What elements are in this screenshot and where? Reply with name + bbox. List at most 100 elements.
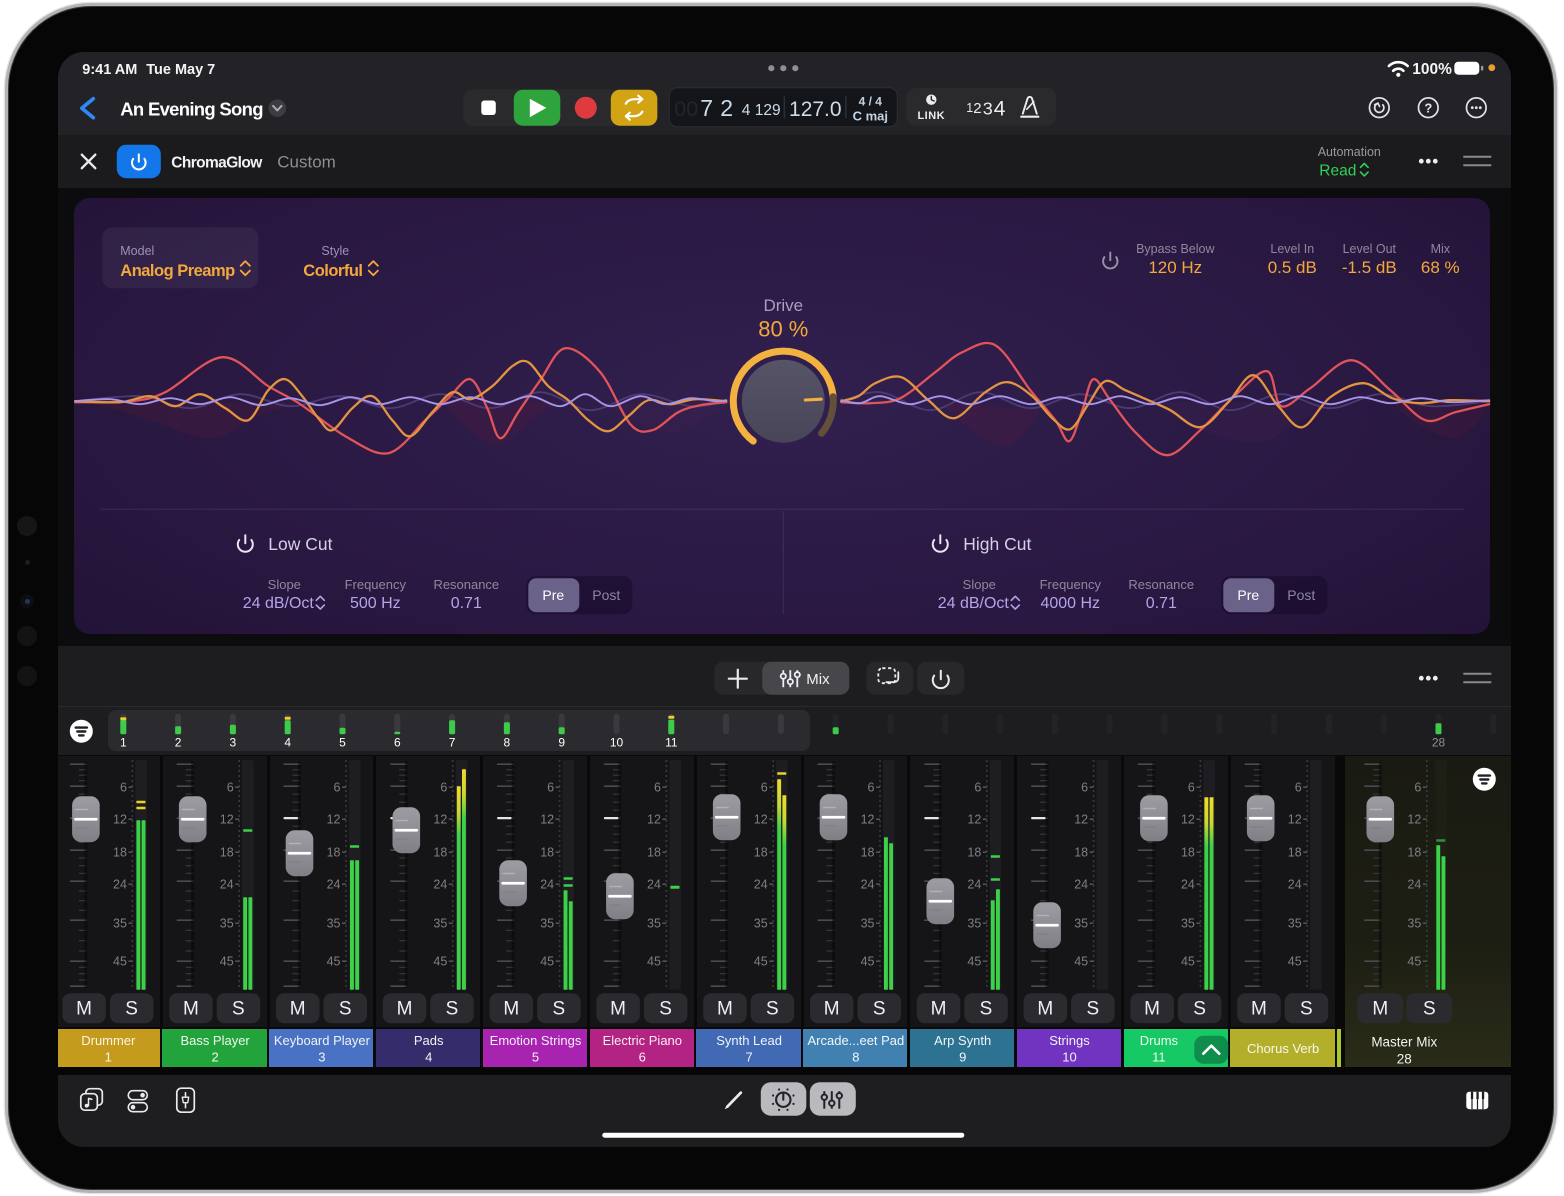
svg-text:Drive: Drive (763, 296, 803, 315)
svg-text:Slope: Slope (267, 577, 300, 592)
svg-text:LINK: LINK (917, 110, 945, 122)
svg-text:M: M (503, 998, 519, 1019)
svg-text:Frequency: Frequency (1039, 577, 1101, 592)
svg-text:6: 6 (974, 780, 981, 794)
svg-text:M: M (396, 998, 412, 1019)
svg-text:12: 12 (540, 812, 554, 826)
svg-text:Tue May 7: Tue May 7 (146, 62, 215, 78)
svg-text:S: S (1423, 998, 1436, 1019)
svg-text:12: 12 (1181, 812, 1195, 826)
svg-text:1: 1 (966, 101, 973, 115)
svg-text:Drums: Drums (1139, 1033, 1178, 1048)
svg-text:5: 5 (532, 1049, 539, 1064)
svg-text:35: 35 (113, 916, 127, 930)
svg-text:18: 18 (219, 845, 233, 859)
svg-text:18: 18 (326, 845, 340, 859)
svg-text:6: 6 (120, 780, 127, 794)
svg-text:12: 12 (967, 812, 981, 826)
svg-text:Drummer: Drummer (81, 1033, 136, 1048)
svg-text:Level Out: Level Out (1342, 242, 1396, 256)
svg-text:Pre: Pre (1237, 587, 1259, 603)
svg-text:2: 2 (973, 100, 981, 117)
svg-text:35: 35 (326, 916, 340, 930)
svg-text:S: S (766, 998, 779, 1019)
svg-text:2: 2 (211, 1049, 218, 1064)
svg-text:35: 35 (1287, 916, 1301, 930)
svg-text:45: 45 (540, 954, 554, 968)
svg-text:M: M (183, 998, 199, 1019)
svg-text:S: S (339, 998, 352, 1019)
svg-text:High Cut: High Cut (963, 534, 1031, 554)
svg-text:45: 45 (967, 954, 981, 968)
svg-text:5: 5 (339, 735, 346, 749)
svg-text:1: 1 (120, 735, 127, 749)
svg-text:9: 9 (558, 735, 565, 749)
svg-text:6: 6 (440, 780, 447, 794)
svg-text:12: 12 (326, 812, 340, 826)
svg-text:0.71: 0.71 (1145, 595, 1176, 612)
svg-text:Post: Post (592, 587, 620, 603)
svg-text:24: 24 (1287, 877, 1301, 891)
svg-text:6: 6 (654, 780, 661, 794)
svg-text:4: 4 (284, 735, 291, 749)
svg-text:18: 18 (1287, 845, 1301, 859)
svg-text:M: M (1144, 998, 1160, 1019)
svg-text:24: 24 (219, 877, 233, 891)
svg-text:12: 12 (1407, 812, 1421, 826)
svg-text:24: 24 (1181, 877, 1195, 891)
svg-text:9: 9 (959, 1049, 966, 1064)
svg-text:12: 12 (219, 812, 233, 826)
svg-text:18: 18 (1181, 845, 1195, 859)
svg-text:ChromaGlow: ChromaGlow (171, 154, 263, 171)
svg-text:6: 6 (867, 780, 874, 794)
svg-text:18: 18 (860, 845, 874, 859)
svg-text:Slope: Slope (962, 577, 995, 592)
svg-text:Chorus Verb: Chorus Verb (1247, 1041, 1319, 1056)
svg-text:24: 24 (860, 877, 874, 891)
svg-text:45: 45 (753, 954, 767, 968)
svg-text:12: 12 (860, 812, 874, 826)
svg-text:Mix: Mix (1430, 242, 1450, 256)
svg-text:24: 24 (1407, 877, 1421, 891)
svg-text:4: 4 (425, 1049, 432, 1064)
svg-text:S: S (1300, 998, 1313, 1019)
svg-text:1: 1 (104, 1049, 111, 1064)
svg-text:7: 7 (745, 1049, 752, 1064)
svg-text:35: 35 (967, 916, 981, 930)
svg-text:M: M (1251, 998, 1267, 1019)
svg-text:35: 35 (753, 916, 767, 930)
svg-text:18: 18 (753, 845, 767, 859)
svg-text:100%: 100% (1412, 61, 1452, 78)
svg-text:-1.5 dB: -1.5 dB (1342, 258, 1397, 277)
svg-text:3: 3 (318, 1049, 325, 1064)
svg-text:M: M (1372, 998, 1388, 1019)
svg-text:Keyboard Player: Keyboard Player (274, 1033, 371, 1048)
svg-text:M: M (610, 998, 626, 1019)
svg-text:8: 8 (503, 735, 510, 749)
svg-text:Electric Piano: Electric Piano (602, 1033, 681, 1048)
svg-text:S: S (1193, 998, 1206, 1019)
svg-text:24: 24 (647, 877, 661, 891)
svg-text:12: 12 (647, 812, 661, 826)
svg-text:24: 24 (326, 877, 340, 891)
svg-text:35: 35 (1074, 916, 1088, 930)
svg-text:4 / 4: 4 / 4 (858, 94, 882, 108)
svg-text:M: M (76, 998, 92, 1019)
svg-text:M: M (717, 998, 733, 1019)
svg-text:S: S (659, 998, 672, 1019)
svg-text:S: S (979, 998, 992, 1019)
svg-text:120 Hz: 120 Hz (1148, 258, 1202, 277)
svg-text:500 Hz: 500 Hz (350, 595, 401, 612)
svg-text:0.5 dB: 0.5 dB (1267, 258, 1316, 277)
svg-text:Bypass Below: Bypass Below (1136, 242, 1215, 256)
svg-text:10: 10 (1062, 1049, 1076, 1064)
svg-text:6: 6 (547, 780, 554, 794)
svg-text:35: 35 (1181, 916, 1195, 930)
svg-text:24: 24 (433, 877, 447, 891)
svg-text:35: 35 (540, 916, 554, 930)
svg-text:Mix: Mix (806, 671, 830, 688)
svg-text:Bass Player: Bass Player (180, 1033, 250, 1048)
svg-text:Arp Synth: Arp Synth (934, 1033, 991, 1048)
svg-text:45: 45 (433, 954, 447, 968)
svg-text:45: 45 (860, 954, 874, 968)
